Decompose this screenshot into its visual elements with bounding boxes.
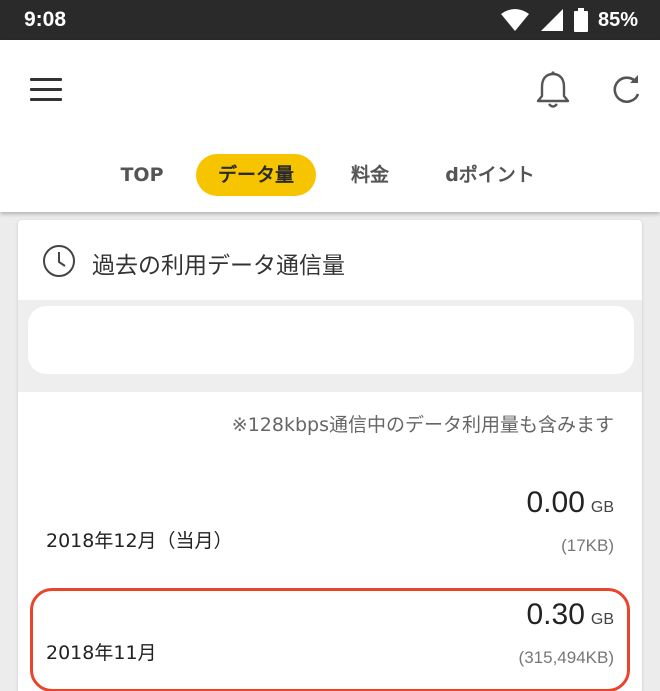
status-icons: 85%	[500, 7, 638, 33]
menu-icon[interactable]	[30, 78, 64, 102]
card-header: 過去の利用データ通信量	[18, 220, 642, 300]
tab-d-point[interactable]: dポイント	[432, 154, 548, 196]
card-title: 過去の利用データ通信量	[92, 253, 345, 279]
battery-icon	[573, 8, 588, 32]
tab-top[interactable]: TOP	[110, 154, 174, 196]
usage-row: 2018年12月（当月） 0.00 GB (17KB)	[18, 478, 642, 574]
usage-amount-value: 0.30	[526, 598, 585, 631]
data-history-card: 過去の利用データ通信量 ※128kbps通信中のデータ利用量も含みます 2018…	[18, 220, 642, 691]
usage-amount: 0.00 GB	[526, 486, 614, 520]
status-bar: 9:08 85%	[0, 0, 660, 40]
period-selector[interactable]	[28, 306, 634, 374]
usage-month: 2018年12月（当月）	[46, 530, 233, 552]
status-time: 9:08	[24, 8, 67, 31]
tab-fees[interactable]: 料金	[334, 154, 406, 196]
signal-icon	[540, 9, 563, 31]
usage-kb: (17KB)	[561, 536, 614, 555]
usage-month: 2018年11月	[46, 642, 157, 664]
usage-row-highlighted: 2018年11月 0.30 GB (315,494KB)	[18, 588, 642, 691]
app-bar: TOP データ量 料金 dポイント	[0, 40, 660, 212]
tab-bar: TOP データ量 料金 dポイント	[0, 152, 660, 198]
wifi-icon	[500, 9, 529, 31]
usage-kb: (315,494KB)	[518, 648, 614, 667]
usage-amount-unit: GB	[590, 611, 614, 628]
usage-amount: 0.30 GB	[526, 598, 614, 632]
usage-amount-unit: GB	[590, 499, 614, 516]
bell-icon[interactable]	[534, 70, 572, 110]
usage-amount-value: 0.00	[526, 486, 585, 519]
battery-percent: 85%	[597, 8, 638, 31]
usage-note: ※128kbps通信中のデータ利用量も含みます	[231, 414, 614, 436]
tab-data-usage[interactable]: データ量	[196, 154, 316, 196]
clock-icon	[43, 245, 75, 277]
refresh-icon[interactable]	[608, 72, 644, 108]
